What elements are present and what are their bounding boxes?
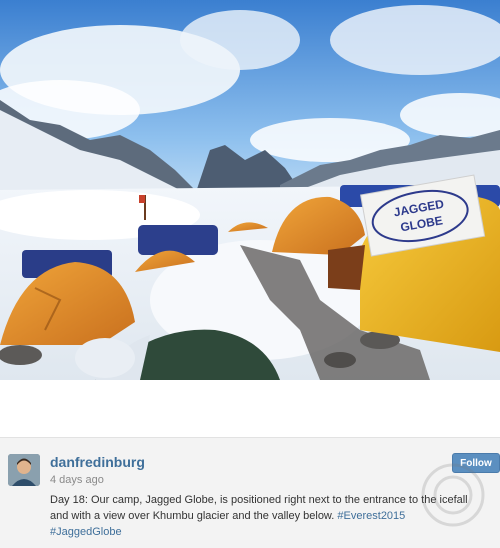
post-timestamp: 4 days ago bbox=[50, 474, 104, 486]
username-link[interactable]: danfredinburg bbox=[50, 454, 145, 470]
everest-camp-photo: JAGGED GLOBE bbox=[0, 0, 500, 380]
post-photo[interactable]: JAGGED GLOBE bbox=[0, 0, 500, 380]
hashtag-everest2015[interactable]: #Everest2015 bbox=[337, 510, 405, 522]
hashtag-jaggedglobe[interactable]: #JaggedGlobe bbox=[50, 526, 122, 538]
avatar[interactable] bbox=[8, 454, 40, 486]
user-avatar-icon bbox=[8, 454, 40, 486]
watermark-logo-icon bbox=[421, 463, 485, 527]
post-caption: Day 18: Our camp, Jagged Globe, is posit… bbox=[50, 492, 480, 540]
post-card: danfredinburg 4 days ago Day 18: Our cam… bbox=[0, 437, 500, 548]
